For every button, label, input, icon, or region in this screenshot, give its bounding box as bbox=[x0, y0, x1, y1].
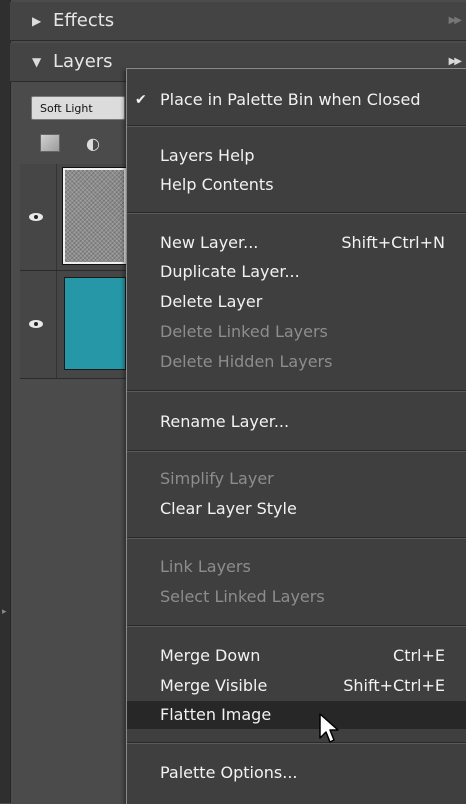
eye-icon[interactable] bbox=[29, 319, 45, 329]
menu-item-label: Palette Options... bbox=[160, 763, 298, 782]
menu-item-label: Select Linked Layers bbox=[160, 587, 325, 606]
menu-item-flatten-image[interactable]: Flatten Image bbox=[127, 701, 466, 729]
menu-item-simplify-layer: Simplify Layer bbox=[127, 465, 466, 493]
triangle-right-icon: ▶ bbox=[32, 14, 42, 28]
menu-item-delete-linked-layers: Delete Linked Layers bbox=[127, 318, 466, 346]
menu-item-shortcut: Shift+Ctrl+N bbox=[341, 233, 445, 252]
triangle-down-icon: ▼ bbox=[32, 55, 42, 69]
menu-separator bbox=[127, 742, 466, 744]
menu-item-shortcut: Shift+Ctrl+E bbox=[343, 676, 445, 695]
new-layer-icon[interactable] bbox=[40, 134, 60, 152]
menu-item-delete-layer[interactable]: Delete Layer bbox=[127, 288, 466, 316]
menu-item-shortcut: Ctrl+E bbox=[393, 646, 445, 665]
eye-icon[interactable] bbox=[29, 212, 45, 222]
collapse-arrow-icon[interactable]: ▸ bbox=[2, 607, 7, 617]
layer-thumbnail-texture bbox=[62, 167, 127, 265]
blend-mode-select[interactable]: Soft Light bbox=[31, 96, 125, 120]
menu-item-label: Help Contents bbox=[160, 175, 274, 194]
menu-item-palette-options[interactable]: Palette Options... bbox=[127, 759, 466, 787]
menu-separator bbox=[127, 390, 466, 392]
effects-palette-header[interactable]: ▶ Effects ▶▶ bbox=[10, 2, 466, 41]
palette-bin-edge: ▸ bbox=[0, 0, 10, 803]
menu-separator bbox=[127, 537, 466, 539]
menu-item-duplicate-layer[interactable]: Duplicate Layer... bbox=[127, 258, 466, 286]
menu-item-label: Layers Help bbox=[160, 146, 255, 165]
menu-item-link-layers: Link Layers bbox=[127, 553, 466, 581]
menu-item-layers-help[interactable]: Layers Help bbox=[127, 142, 466, 170]
menu-item-label: Link Layers bbox=[160, 557, 251, 576]
menu-item-label: Delete Layer bbox=[160, 292, 263, 311]
visibility-column bbox=[20, 271, 57, 378]
visibility-column bbox=[20, 164, 57, 270]
menu-item-label: Rename Layer... bbox=[160, 412, 290, 431]
menu-item-help-contents[interactable]: Help Contents bbox=[127, 171, 466, 199]
menu-item-merge-visible[interactable]: Merge Visible Shift+Ctrl+E bbox=[127, 672, 466, 700]
menu-item-label: Simplify Layer bbox=[160, 469, 274, 488]
check-icon: ✔ bbox=[135, 92, 147, 108]
menu-item-select-linked-layers: Select Linked Layers bbox=[127, 583, 466, 611]
menu-separator bbox=[127, 450, 466, 452]
menu-item-label: Delete Linked Layers bbox=[160, 322, 328, 341]
menu-item-label: Duplicate Layer... bbox=[160, 262, 300, 281]
menu-separator bbox=[127, 212, 466, 214]
menu-item-label: Clear Layer Style bbox=[160, 499, 297, 518]
mouse-pointer-icon bbox=[319, 713, 339, 743]
menu-item-delete-hidden-layers: Delete Hidden Layers bbox=[127, 348, 466, 376]
menu-item-label: Flatten Image bbox=[160, 705, 272, 724]
layers-palette-menu: ✔ Place in Palette Bin when Closed Layer… bbox=[126, 68, 466, 804]
menu-item-label: Place in Palette Bin when Closed bbox=[160, 90, 421, 109]
menu-item-clear-layer-style[interactable]: Clear Layer Style bbox=[127, 495, 466, 523]
menu-item-label: Delete Hidden Layers bbox=[160, 352, 333, 371]
menu-separator bbox=[127, 125, 466, 127]
adjustment-layer-icon[interactable]: ◐ bbox=[86, 134, 108, 154]
menu-item-merge-down[interactable]: Merge Down Ctrl+E bbox=[127, 642, 466, 670]
effects-title: Effects bbox=[53, 10, 115, 31]
menu-item-label: Merge Visible bbox=[160, 676, 268, 695]
menu-separator bbox=[127, 625, 466, 627]
menu-item-new-layer[interactable]: New Layer... Shift+Ctrl+N bbox=[127, 229, 466, 257]
palette-more-icon[interactable]: ▶▶ bbox=[449, 2, 462, 40]
menu-item-rename-layer[interactable]: Rename Layer... bbox=[127, 408, 466, 436]
menu-item-label: New Layer... bbox=[160, 233, 259, 252]
menu-item-place-in-palette-bin[interactable]: ✔ Place in Palette Bin when Closed bbox=[127, 86, 466, 114]
menu-item-label: Merge Down bbox=[160, 646, 261, 665]
layer-thumbnail-color bbox=[64, 277, 126, 370]
layers-title: Layers bbox=[53, 51, 113, 72]
